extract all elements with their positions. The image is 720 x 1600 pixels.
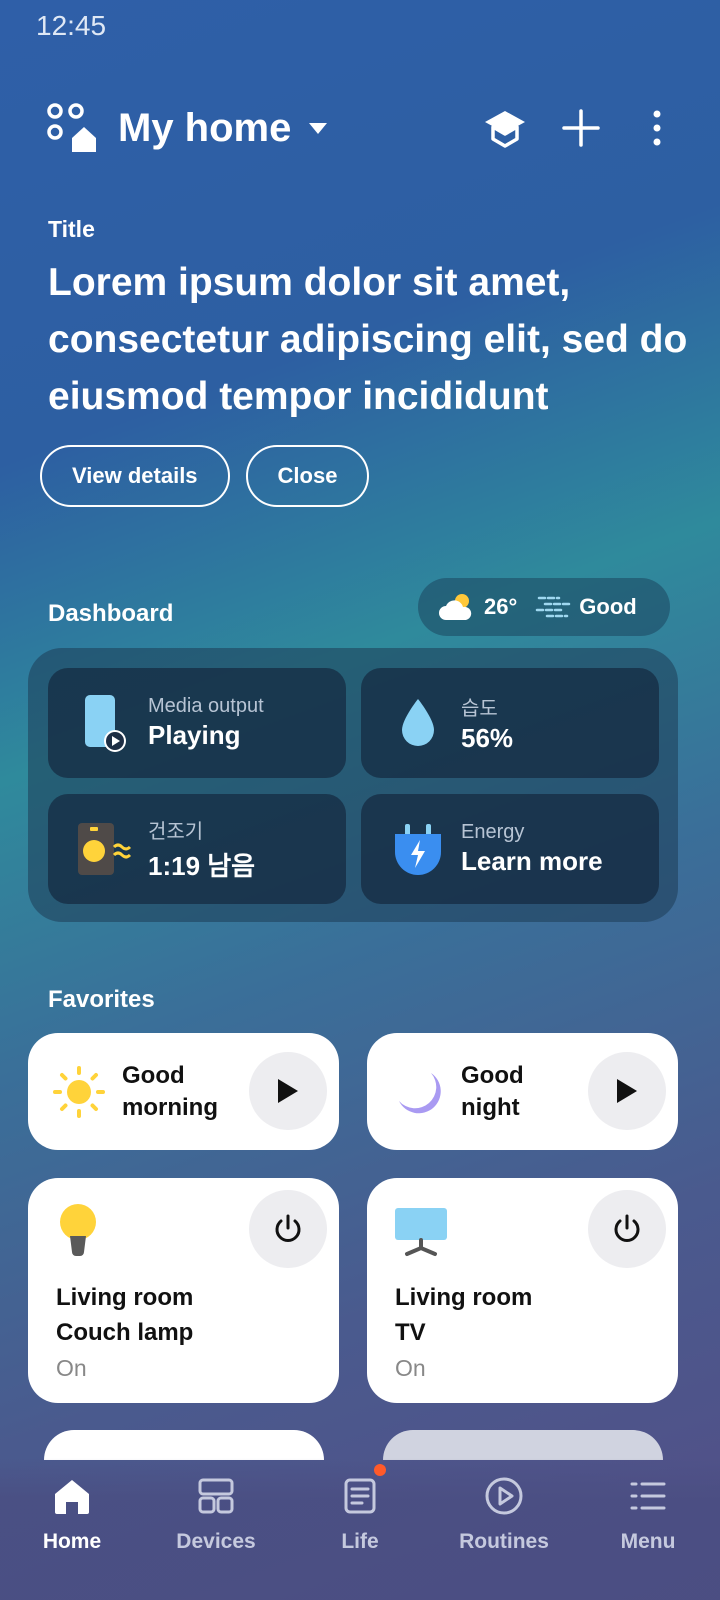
- life-document-icon: [344, 1478, 376, 1514]
- device-name: Couch lamp: [56, 1319, 194, 1346]
- power-icon: [614, 1214, 640, 1242]
- scene-good-night[interactable]: Good night: [367, 1033, 678, 1150]
- devices-grid-icon: [198, 1478, 234, 1514]
- device-card-peek[interactable]: [44, 1430, 324, 1460]
- device-status: On: [56, 1355, 87, 1381]
- nav-devices[interactable]: Devices: [144, 1458, 288, 1600]
- air-quality: Good: [579, 594, 637, 619]
- nav-label: Life: [341, 1530, 379, 1553]
- nav-home[interactable]: Home: [0, 1458, 144, 1600]
- more-vertical-icon: [653, 110, 661, 146]
- notice-text: Lorem ipsum dolor sit amet, consectetur …: [48, 261, 688, 418]
- add-button[interactable]: [558, 105, 604, 151]
- learning-hat-icon: [485, 111, 525, 148]
- dashboard-panel: Media output Playing 습도 56% 건조기 1:19 남음: [28, 648, 678, 922]
- tv-icon: [395, 1208, 447, 1256]
- dryer-icon: [78, 823, 132, 875]
- weather-pill[interactable]: 26° Good: [418, 578, 670, 636]
- learning-hat-button[interactable]: [482, 105, 528, 151]
- status-time: 12:45: [36, 10, 107, 41]
- power-button[interactable]: [588, 1190, 666, 1268]
- header: My home: [46, 100, 680, 156]
- lamp-icon: [60, 1204, 96, 1256]
- tile-main: Learn more: [461, 846, 603, 876]
- plus-icon: [562, 109, 600, 147]
- tile-humidity[interactable]: 습도 56%: [361, 668, 659, 778]
- scene-good-morning[interactable]: Good morning: [28, 1033, 339, 1150]
- bottom-nav: Home Devices Life Routines Menu: [0, 1458, 720, 1600]
- device-room: Living room: [56, 1284, 194, 1311]
- favorites-label: Favorites: [48, 986, 155, 1013]
- tile-sub: Media output: [148, 695, 264, 717]
- play-button[interactable]: [588, 1052, 666, 1130]
- home-icon: [55, 1480, 89, 1514]
- phone-media-icon: [85, 695, 126, 752]
- device-name: TV: [395, 1319, 426, 1346]
- tile-main: Playing: [148, 720, 241, 750]
- power-icon: [275, 1214, 301, 1242]
- partly-cloudy-icon: [439, 594, 472, 620]
- energy-plug-icon: [395, 824, 441, 875]
- tile-main: 1:19 남음: [148, 851, 256, 881]
- tile-media-output[interactable]: Media output Playing: [48, 668, 346, 778]
- sun-icon: [53, 1065, 105, 1118]
- notice-label: Title: [48, 216, 95, 242]
- nav-routines[interactable]: Routines: [432, 1458, 576, 1600]
- moon-icon: [399, 1072, 441, 1113]
- power-button[interactable]: [249, 1190, 327, 1268]
- device-card-peek[interactable]: [383, 1430, 663, 1460]
- notice-buttons: View details Close: [40, 445, 370, 507]
- smart-home-icon: [47, 103, 96, 152]
- routines-play-icon: [485, 1477, 523, 1515]
- device-couch-lamp[interactable]: Living room Couch lamp On: [28, 1178, 339, 1403]
- play-icon: [617, 1079, 637, 1103]
- view-details-button[interactable]: View details: [40, 445, 230, 507]
- temperature: 26°: [484, 594, 518, 619]
- scene-name: Good night: [461, 1061, 524, 1121]
- tile-sub: 습도: [461, 698, 498, 720]
- notification-badge: [374, 1464, 386, 1476]
- play-icon: [278, 1079, 298, 1103]
- home-selector[interactable]: My home: [118, 106, 291, 151]
- play-button[interactable]: [249, 1052, 327, 1130]
- chevron-down-icon[interactable]: [309, 122, 328, 134]
- device-room: Living room: [395, 1284, 533, 1311]
- nav-label: Menu: [620, 1530, 676, 1553]
- tile-sub: Energy: [461, 821, 525, 843]
- device-status: On: [395, 1355, 426, 1381]
- more-options-button[interactable]: [634, 105, 680, 151]
- nav-label: Home: [42, 1530, 102, 1553]
- scene-name: Good morning: [122, 1061, 218, 1121]
- tile-sub: 건조기: [148, 821, 204, 843]
- tile-dryer[interactable]: 건조기 1:19 남음: [48, 794, 346, 904]
- header-actions: [482, 105, 680, 151]
- dashboard-label: Dashboard: [48, 600, 174, 627]
- air-quality-icon: [536, 596, 571, 618]
- water-drop-icon: [402, 699, 434, 746]
- tile-energy[interactable]: Energy Learn more: [361, 794, 659, 904]
- nav-menu[interactable]: Menu: [576, 1458, 720, 1600]
- device-tv[interactable]: Living room TV On: [367, 1178, 678, 1403]
- nav-label: Devices: [176, 1530, 256, 1553]
- menu-list-icon: [630, 1482, 666, 1510]
- nav-life[interactable]: Life: [288, 1458, 432, 1600]
- close-button[interactable]: Close: [245, 445, 370, 507]
- tile-main: 56%: [461, 723, 514, 753]
- nav-label: Routines: [459, 1530, 549, 1553]
